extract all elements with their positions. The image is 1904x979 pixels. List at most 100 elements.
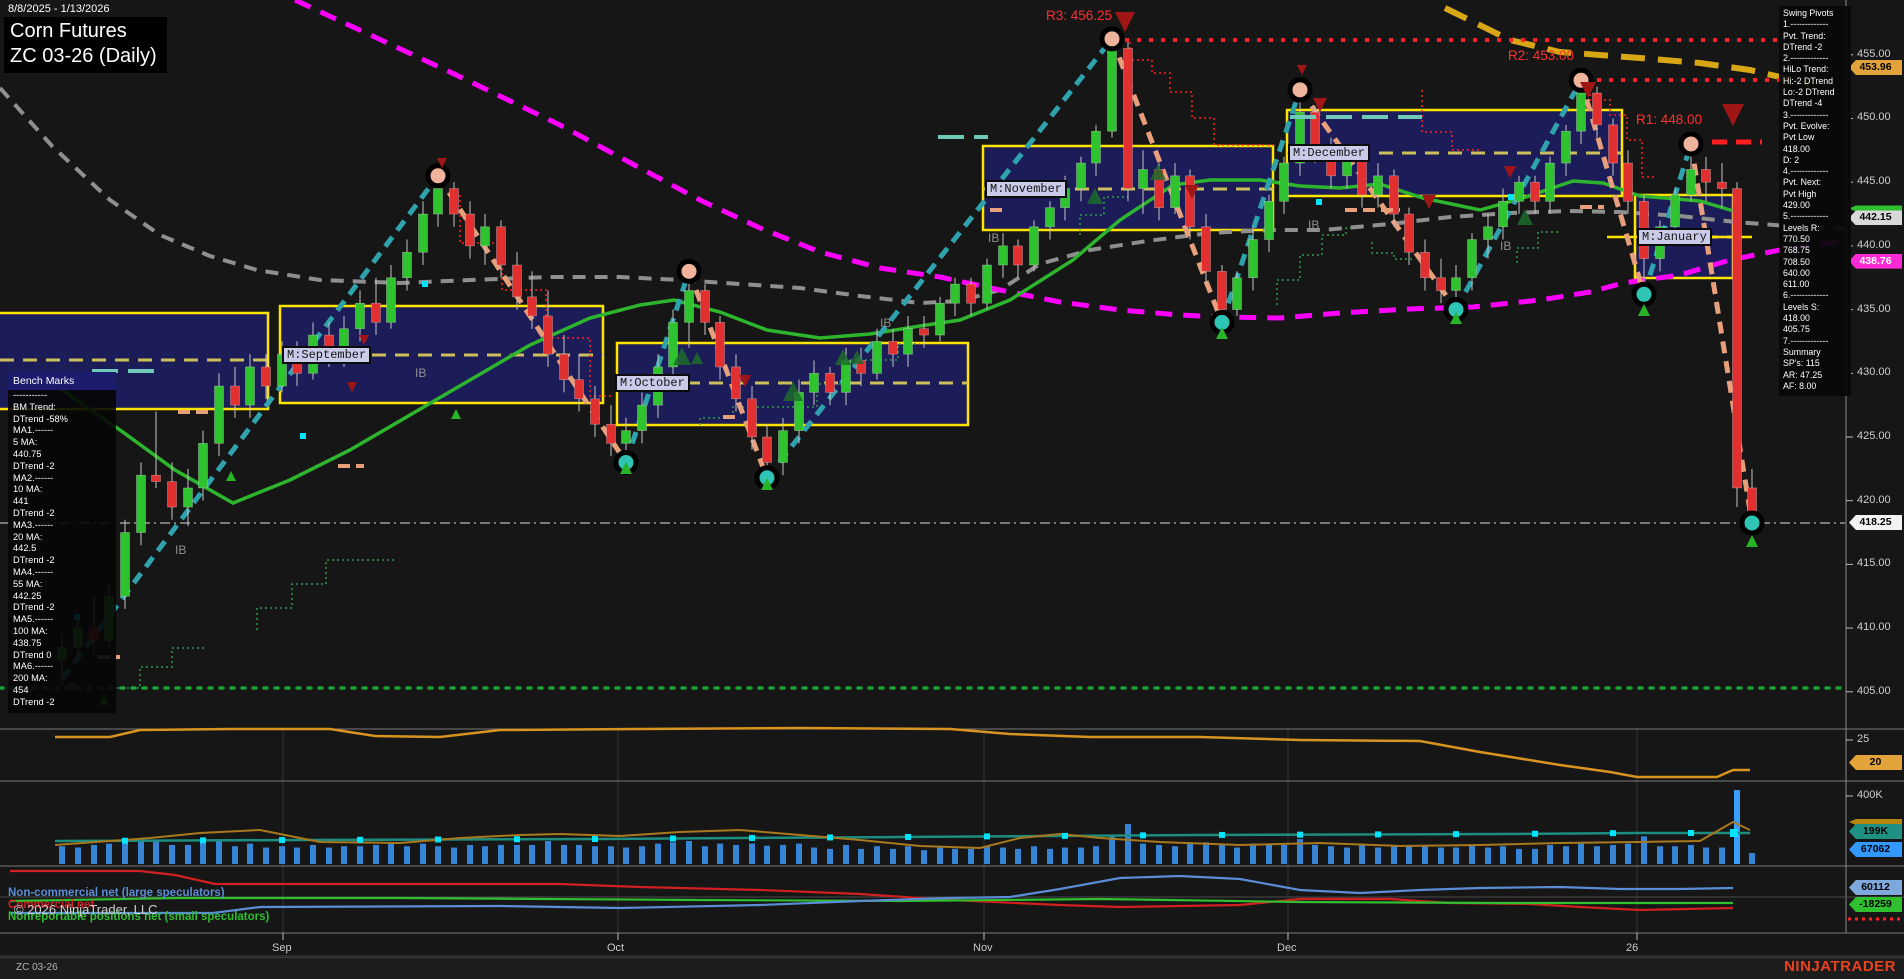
inside-bar-label: IB: [880, 316, 891, 330]
price-tick-455.00: 455.00: [1857, 48, 1904, 60]
price-badge-442.15: 442.15: [1849, 210, 1902, 225]
swing-pivots-line: 611.00: [1783, 279, 1851, 290]
swing-pivots-line: 405.75: [1783, 324, 1851, 335]
swing-pivots-line: HiLo Trend:: [1783, 64, 1851, 75]
swing-pivots-line: Pvt Low: [1783, 132, 1851, 143]
cot-badge--18259: -18259: [1849, 897, 1902, 912]
swing-pivots-line: Swing Pivots: [1783, 8, 1851, 19]
swing-pivots-line: Pvt. Evolve:: [1783, 121, 1851, 132]
swing-pivots-line: 418.00: [1783, 313, 1851, 324]
price-tick-420.00: 420.00: [1857, 494, 1904, 506]
copyright-text: © 2026 NinjaTrader, LLC: [14, 902, 158, 917]
instrument-name: Corn Futures: [10, 19, 157, 44]
resistance-label-R2: R2: 453.00: [1508, 48, 1574, 63]
chart-window: 8/8/2025 - 1/13/2026 Corn Futures ZC 03-…: [0, 0, 1904, 979]
swing-pivots-line: DTrend -4: [1783, 98, 1851, 109]
x-axis-label-Dec[interactable]: Dec: [1277, 942, 1297, 954]
x-axis-label-Sep[interactable]: Sep: [272, 942, 292, 954]
cot-legend-0: Non-commercial net (large speculators): [8, 887, 225, 899]
price-tick-450.00: 450.00: [1857, 111, 1904, 123]
month-label-october[interactable]: M:October: [615, 374, 690, 392]
inside-bar-label: IB: [415, 366, 426, 380]
bench-marks-line: MA5.------: [8, 614, 116, 626]
swing-pivots-line: Pvt. Trend:: [1783, 31, 1851, 42]
month-label-september[interactable]: M:September: [282, 346, 371, 364]
price-badge-438.76: 438.76: [1849, 254, 1902, 269]
resistance-label-R3: R3: 456.25: [1046, 8, 1112, 23]
ninjatrader-logo: NINJATRADER: [1784, 958, 1896, 975]
contract-period: ZC 03-26 (Daily): [10, 44, 157, 69]
bench-marks-line: MA3.------: [8, 520, 116, 532]
bench-marks-line: MA4.------: [8, 567, 116, 579]
swing-pivots-line: Pvt High: [1783, 189, 1851, 200]
bench-marks-line: DTrend -2: [8, 508, 116, 520]
swing-pivots-line: 3.-------------: [1783, 110, 1851, 121]
swing-pivots-line: 708.50: [1783, 257, 1851, 268]
swing-pivots-line: 2.-------------: [1783, 53, 1851, 64]
chart-title: Corn Futures ZC 03-26 (Daily): [4, 17, 167, 73]
bench-marks-line: 5 MA:: [8, 437, 116, 449]
swing-pivots-line: 4.-------------: [1783, 166, 1851, 177]
bench-marks-line: DTrend -2: [8, 697, 116, 709]
bottom-tab-bar: [0, 957, 1904, 979]
volume-badge-67062: 67062: [1849, 842, 1902, 857]
chart-canvas[interactable]: [0, 0, 1904, 979]
month-label-november[interactable]: M:November: [985, 180, 1067, 198]
date-range: 8/8/2025 - 1/13/2026: [8, 3, 110, 15]
swing-pivots-line: 1.-------------: [1783, 19, 1851, 30]
swing-pivots-line: AF: 8.00: [1783, 381, 1851, 392]
swing-pivots-line: AR: 47.25: [1783, 370, 1851, 381]
price-tick-440.00: 440.00: [1857, 239, 1904, 251]
bench-marks-line: 55 MA:: [8, 579, 116, 591]
swing-pivots-line: Pvt. Next:: [1783, 177, 1851, 188]
bench-marks-line: MA1.------: [8, 425, 116, 437]
price-badge-453.96: 453.96: [1849, 60, 1902, 75]
swing-pivots-line: Levels R:: [1783, 223, 1851, 234]
bench-marks-line: DTrend -2: [8, 602, 116, 614]
swing-pivots-line: D: 2: [1783, 155, 1851, 166]
price-tick-430.00: 430.00: [1857, 366, 1904, 378]
bench-marks-line: -----------: [8, 390, 116, 402]
bench-marks-line: MA2.------: [8, 473, 116, 485]
bench-marks-line: 10 MA:: [8, 484, 116, 496]
swing-pivots-line: 6.-------------: [1783, 290, 1851, 301]
bench-marks-line: 454: [8, 685, 116, 697]
swing-pivots-line: Levels S:: [1783, 302, 1851, 313]
price-tick-425.00: 425.00: [1857, 430, 1904, 442]
swing-pivots-line: 5.-------------: [1783, 211, 1851, 222]
swing-pivots-line: 768.75: [1783, 245, 1851, 256]
bench-marks-line: DTrend -2: [8, 461, 116, 473]
x-axis-label-Oct[interactable]: Oct: [607, 942, 624, 954]
bench-marks-line: BM Trend:: [8, 402, 116, 414]
panel1-tick: 25: [1857, 733, 1904, 745]
price-tick-435.00: 435.00: [1857, 303, 1904, 315]
swing-pivots-panel: Swing Pivots1.-------------Pvt. Trend: DT…: [1779, 6, 1851, 396]
bench-marks-panel: Bench Marks -----------BM Trend: DTrend -…: [8, 372, 116, 713]
bench-marks-title: Bench Marks: [8, 372, 116, 390]
price-badge-418.25: 418.25: [1849, 515, 1902, 530]
swing-pivots-line: 770.50: [1783, 234, 1851, 245]
volume-tick: 400K: [1857, 789, 1904, 801]
x-axis-label-26[interactable]: 26: [1626, 942, 1638, 954]
x-axis-label-Nov[interactable]: Nov: [973, 942, 993, 954]
swing-pivots-line: Hi:-2 DTrend: [1783, 76, 1851, 87]
swing-pivots-line: 7.-------------: [1783, 336, 1851, 347]
bench-marks-line: 442.25: [8, 591, 116, 603]
inside-bar-label: IB: [1500, 239, 1511, 253]
month-label-january[interactable]: M:January: [1637, 228, 1712, 246]
bench-marks-line: 442.5: [8, 543, 116, 555]
price-tick-445.00: 445.00: [1857, 175, 1904, 187]
resistance-label-R1: R1: 448.00: [1636, 112, 1702, 127]
bench-marks-line: 440.75: [8, 449, 116, 461]
bench-marks-line: DTrend 0: [8, 650, 116, 662]
swing-pivots-line: Summary: [1783, 347, 1851, 358]
month-label-december[interactable]: M:December: [1288, 144, 1370, 162]
bench-marks-line: 438.75: [8, 638, 116, 650]
inside-bar-label: IB: [988, 231, 999, 245]
cot-badge-60112: 60112: [1849, 880, 1902, 895]
bench-marks-line: 200 MA:: [8, 673, 116, 685]
panel1-badge: 20: [1849, 755, 1902, 770]
bench-marks-line: DTrend -2: [8, 555, 116, 567]
swing-pivots-line: Lo:-2 DTrend: [1783, 87, 1851, 98]
symbol-tab[interactable]: ZC 03-26: [16, 962, 58, 973]
